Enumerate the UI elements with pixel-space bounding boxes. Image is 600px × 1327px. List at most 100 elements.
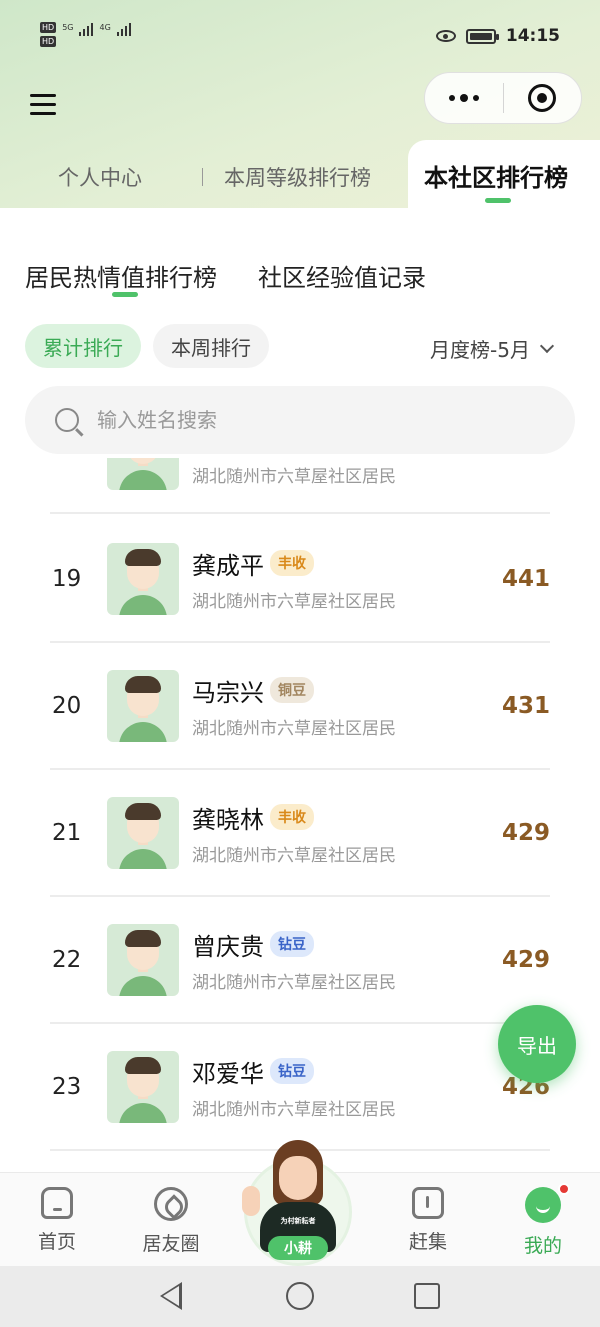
resident-address: 湖北随州市六草屋社区居民 [192,1099,396,1120]
recent-apps-icon[interactable] [414,1283,440,1309]
network-label-1: 5G [62,23,74,32]
status-bar: HD HD 5G 4G 14:15 [0,0,600,70]
status-left: HD HD 5G 4G [40,22,131,47]
level-badge: 铜豆 [270,677,314,703]
search-bar[interactable] [25,386,575,454]
score-value: 441 [501,565,550,592]
filter-cumulative[interactable]: 累计排行 [25,324,141,368]
nav-mine-label: 我的 [523,1235,562,1257]
search-input[interactable] [97,408,517,432]
resident-address: 湖北随州市六草屋社区居民 [192,718,396,739]
avatar [107,923,179,996]
tab-personal-center[interactable]: 个人中心 [58,162,142,192]
profile-icon [525,1187,561,1223]
resident-address: 湖北随州市六草屋社区居民 [192,591,396,612]
month-select[interactable]: 月度榜-5月 [430,334,555,363]
assistant-face [279,1156,317,1200]
avatar [107,458,179,490]
mini-program-capsule [424,72,582,124]
avatar [107,796,179,869]
nav-neighbor-circle[interactable]: 居友圈 [126,1187,216,1256]
resident-name: 龚成平 [192,551,264,580]
network-2: 4G [99,22,110,33]
resident-name: 邓爱华 [192,1059,264,1088]
close-target-icon[interactable] [504,73,582,123]
tab-community-experience-record[interactable]: 社区经验值记录 [258,258,426,293]
rank-number: 21 [52,819,82,846]
avatar [107,669,179,742]
battery-icon [465,28,499,44]
level-badge: 丰收 [270,804,314,830]
resident-address: 湖北随州市六草屋社区居民 [192,845,396,866]
tab-resident-enthusiasm-ranking[interactable]: 居民热情值排行榜 [25,258,217,293]
resident-name: 马宗兴 [192,678,264,707]
back-icon[interactable] [160,1282,182,1310]
rank-number: 19 [52,565,82,592]
list-item-partial[interactable]: 湖北随州市六草屋社区居民 [50,458,550,514]
network-label-2: 4G [99,23,111,32]
tab-community-ranking[interactable]: 本社区排行榜 [424,158,568,193]
home-circle-icon[interactable] [286,1282,314,1310]
hd-indicators: HD HD [40,22,57,47]
nav-market-label: 赶集 [408,1231,447,1253]
level-badge: 钻豆 [270,931,314,957]
resident-address: 湖北随州市六草屋社区居民 [192,467,396,487]
assistant-label: 小耕 [268,1236,328,1260]
top-tabs: 个人中心 本周等级排行榜 本社区排行榜 [0,140,600,210]
resident-name: 龚晓林 [192,805,264,834]
list-item[interactable]: 22 曾庆贵 钻豆 湖北随州市六草屋社区居民 429 [50,897,550,1024]
active-tab-indicator [485,198,511,203]
status-right: 14:15 [435,26,560,46]
assistant-shirt-text: 为村新耘者 [280,1217,316,1225]
notification-dot [558,1183,570,1195]
list-item[interactable]: 20 马宗兴 铜豆 湖北随州市六草屋社区居民 431 [50,643,550,770]
home-icon [41,1187,73,1219]
resident-info: 马宗兴 铜豆 湖北随州市六草屋社区居民 [192,673,396,739]
signal-icon-2 [116,22,131,36]
hd-badge-2: HD [40,36,57,47]
section-tab-indicator [112,292,138,297]
score-value: 429 [501,946,550,973]
signal-icon [79,22,94,36]
nav-home[interactable]: 首页 [12,1187,102,1254]
chevron-down-icon [539,338,555,353]
nav-market[interactable]: 赶集 [383,1187,473,1254]
filter-weekly[interactable]: 本周排行 [153,324,269,368]
month-select-value: 月度榜-5月 [430,338,530,362]
score-value: 429 [501,819,550,846]
resident-name: 曾庆贵 [192,932,264,961]
menu-icon[interactable] [30,94,56,116]
score-value: 431 [501,692,550,719]
export-button[interactable]: 导出 [498,1005,576,1083]
rank-number: 23 [52,1073,82,1100]
avatar [107,542,179,615]
nav-circle-label: 居友圈 [142,1233,200,1255]
eye-icon [435,30,456,42]
assistant-waving-hand [242,1186,260,1216]
rank-number: 22 [52,946,82,973]
network-1: 5G [62,22,73,33]
rank-number: 20 [52,692,82,719]
resident-info: 龚晓林 丰收 湖北随州市六草屋社区居民 [192,800,396,866]
resident-info: 邓爱华 钻豆 湖北随州市六草屋社区居民 [192,1054,396,1120]
level-badge: 钻豆 [270,1058,314,1084]
hd-badge-1: HD [40,22,57,33]
tab-weekly-level-ranking[interactable]: 本周等级排行榜 [224,162,371,192]
resident-info: 曾庆贵 钻豆 湖北随州市六草屋社区居民 [192,927,396,993]
resident-address: 湖北随州市六草屋社区居民 [192,972,396,993]
compass-icon [154,1187,188,1221]
list-item[interactable]: 21 龚晓林 丰收 湖北随州市六草屋社区居民 429 [50,770,550,897]
nav-home-label: 首页 [37,1231,76,1253]
market-icon [412,1187,444,1219]
system-nav-bar [0,1266,600,1327]
list-item[interactable]: 23 邓爱华 钻豆 湖北随州市六草屋社区居民 426 [50,1024,550,1151]
level-badge: 丰收 [270,550,314,576]
list-item[interactable]: 19 龚成平 丰收 湖北随州市六草屋社区居民 441 [50,516,550,643]
assistant-button[interactable]: 为村新耘者 小耕 [240,1140,356,1266]
clock: 14:15 [505,26,560,46]
resident-info: 龚成平 丰收 湖北随州市六草屋社区居民 [192,546,396,612]
more-icon[interactable] [425,73,503,123]
nav-mine[interactable]: 我的 [498,1183,588,1258]
tab-separator [202,168,203,186]
avatar [107,1050,179,1123]
